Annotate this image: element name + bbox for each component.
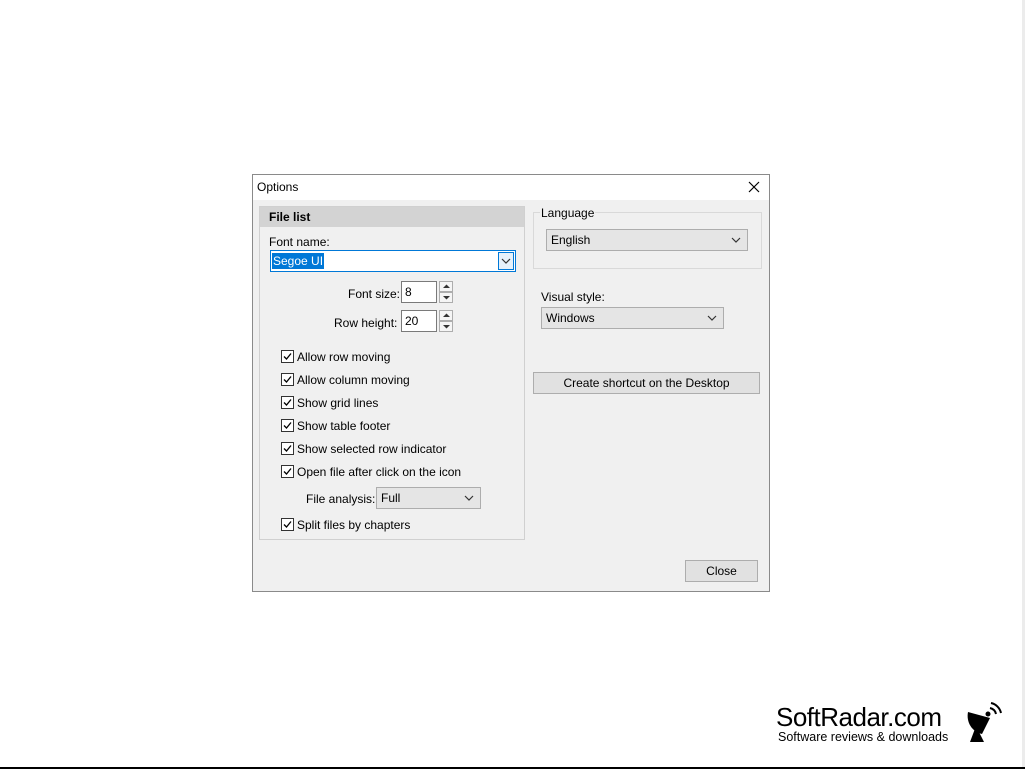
checkmark-icon xyxy=(283,468,292,475)
file-list-group: File list Font name: Segoe UI Font size:… xyxy=(259,206,525,540)
split-files-by-chapters-checkbox[interactable] xyxy=(281,518,294,531)
close-button[interactable]: Close xyxy=(685,560,758,582)
font-name-dropdown-button[interactable] xyxy=(498,252,514,270)
show-grid-lines-checkbox[interactable] xyxy=(281,396,294,409)
language-select[interactable]: English xyxy=(546,229,748,251)
chevron-down-icon xyxy=(464,495,474,501)
allow-row-moving-label[interactable]: Allow row moving xyxy=(297,350,390,364)
row-height-input[interactable]: 20 xyxy=(401,310,437,332)
language-caption: Language xyxy=(540,206,596,220)
show-selected-row-indicator-checkbox[interactable] xyxy=(281,442,294,455)
allow-column-moving-label[interactable]: Allow column moving xyxy=(297,373,410,387)
checkmark-icon xyxy=(283,399,292,406)
watermark-subtitle: Software reviews & downloads xyxy=(778,730,949,744)
font-name-label: Font name: xyxy=(269,235,330,249)
watermark-title: SoftRadar.com xyxy=(776,702,942,732)
file-analysis-select[interactable]: Full xyxy=(376,487,481,509)
chevron-down-icon xyxy=(501,258,511,264)
font-size-label: Font size: xyxy=(348,287,401,301)
checkmark-icon xyxy=(283,445,292,452)
row-height-label: Row height: xyxy=(334,316,398,330)
visual-style-value: Windows xyxy=(546,311,595,325)
open-file-after-click-checkbox[interactable] xyxy=(281,465,294,478)
file-list-header: File list xyxy=(260,207,524,227)
font-size-input[interactable]: 8 xyxy=(401,281,437,303)
arrow-down-icon xyxy=(443,325,450,329)
font-name-value: Segoe UI xyxy=(272,253,325,269)
font-name-combo[interactable]: Segoe UI xyxy=(270,250,516,272)
font-size-spinner[interactable] xyxy=(439,281,453,303)
font-size-down-button[interactable] xyxy=(439,292,453,303)
language-value: English xyxy=(551,233,591,247)
show-selected-row-indicator-label[interactable]: Show selected row indicator xyxy=(297,442,446,456)
show-table-footer-label[interactable]: Show table footer xyxy=(297,419,390,433)
split-files-by-chapters-label[interactable]: Split files by chapters xyxy=(297,518,410,532)
title-bar: Options xyxy=(253,175,769,200)
language-group: English xyxy=(533,212,762,269)
chevron-down-icon xyxy=(731,237,741,243)
allow-column-moving-checkbox[interactable] xyxy=(281,373,294,386)
visual-style-label: Visual style: xyxy=(541,290,605,304)
options-dialog: Options File list Font name: Segoe UI Fo… xyxy=(252,174,770,592)
row-height-value: 20 xyxy=(405,314,419,328)
font-size-up-button[interactable] xyxy=(439,281,453,292)
show-grid-lines-label[interactable]: Show grid lines xyxy=(297,396,378,410)
create-shortcut-button[interactable]: Create shortcut on the Desktop xyxy=(533,372,760,394)
visual-style-select[interactable]: Windows xyxy=(541,307,724,329)
arrow-up-icon xyxy=(443,313,450,317)
close-icon[interactable] xyxy=(747,180,761,194)
row-height-down-button[interactable] xyxy=(439,321,453,332)
show-table-footer-checkbox[interactable] xyxy=(281,419,294,432)
row-height-up-button[interactable] xyxy=(439,310,453,321)
font-size-value: 8 xyxy=(405,285,412,299)
chevron-down-icon xyxy=(707,315,717,321)
checkmark-icon xyxy=(283,422,292,429)
checkmark-icon xyxy=(283,353,292,360)
file-analysis-label: File analysis: xyxy=(306,492,376,506)
file-analysis-value: Full xyxy=(381,491,401,505)
satellite-dish-icon xyxy=(967,702,1002,742)
row-height-spinner[interactable] xyxy=(439,310,453,332)
checkmark-icon xyxy=(283,521,292,528)
allow-row-moving-checkbox[interactable] xyxy=(281,350,294,363)
dialog-title: Options xyxy=(257,180,299,194)
open-file-after-click-label[interactable]: Open file after click on the icon xyxy=(297,465,461,479)
checkmark-icon xyxy=(283,376,292,383)
arrow-up-icon xyxy=(443,284,450,288)
arrow-down-icon xyxy=(443,296,450,300)
